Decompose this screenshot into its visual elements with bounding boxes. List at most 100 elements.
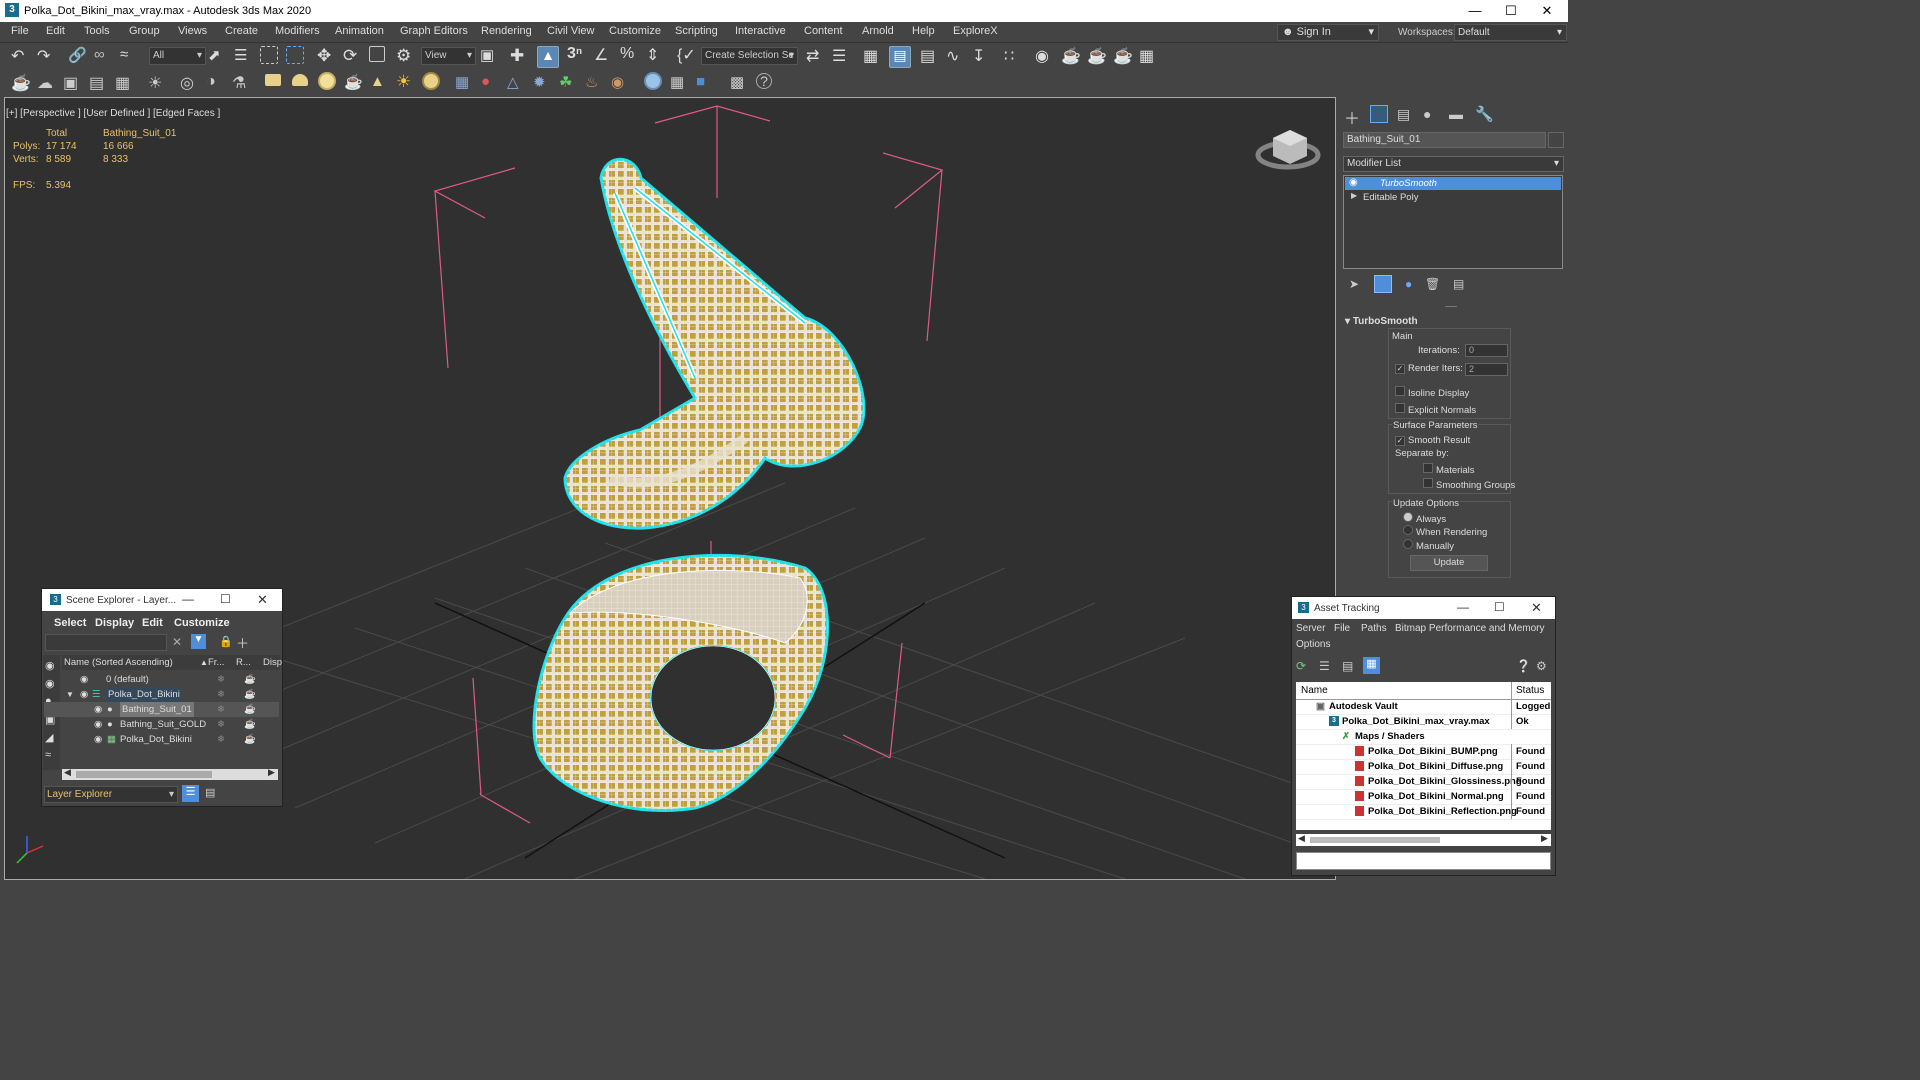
vray-ies-light-icon[interactable]: ☕ <box>344 73 364 93</box>
render-setup-icon[interactable]: ☕ <box>1061 46 1081 66</box>
configure-modifier-sets-icon[interactable]: ▤ <box>1453 277 1464 291</box>
select-manipulate-icon[interactable]: ✚ <box>510 46 530 66</box>
rectangular-selection-icon[interactable] <box>260 46 278 64</box>
vray-scene-converter-icon[interactable]: ▩ <box>730 73 750 93</box>
render-teapot-icon[interactable]: ☕ <box>244 687 256 702</box>
display-tab-icon[interactable]: ▬ <box>1449 106 1463 122</box>
at-menu-server[interactable]: Server <box>1296 623 1325 634</box>
named-selection-set-select[interactable]: Create Selection Se ▾ <box>701 47 798 65</box>
when-rendering-radio[interactable]: When Rendering <box>1403 525 1487 538</box>
display-all-icon[interactable]: ◉ <box>45 659 55 672</box>
percent-snap-icon[interactable]: % <box>620 45 640 65</box>
menu-content[interactable]: Content <box>804 25 843 37</box>
make-unique-icon[interactable]: ● <box>1405 277 1412 291</box>
at-menu-options[interactable]: Options <box>1296 639 1330 650</box>
viewport-label[interactable]: [+] [Perspective ] [User Defined ] [Edge… <box>6 108 220 119</box>
vray-sun-icon[interactable]: ◑ <box>206 73 226 93</box>
toggle-ribbon-icon[interactable]: ▤ <box>920 46 940 66</box>
close-icon[interactable]: ✕ <box>1532 2 1562 20</box>
select-object-icon[interactable]: ⬈ <box>208 46 228 66</box>
freeze-icon[interactable]: ❄ <box>217 672 225 687</box>
freeze-icon[interactable]: ❄ <box>217 717 225 732</box>
place-icon[interactable]: ⚙ <box>396 46 416 66</box>
object-row[interactable]: ◉ ● Bathing_Suit_GOLD ❄ ☕ <box>44 717 279 732</box>
col-display-header[interactable]: Disp <box>263 655 282 670</box>
vray-volume-grid-icon[interactable]: ♨ <box>585 73 605 93</box>
menu-graph-editors[interactable]: Graph Editors <box>400 25 468 37</box>
mirror-icon[interactable]: ⇄ <box>806 46 826 66</box>
render-teapot-icon[interactable]: ☕ <box>244 717 256 732</box>
smooth-result-checkbox[interactable]: ✓ Smooth Result <box>1395 435 1470 446</box>
freeze-icon[interactable]: ❄ <box>217 702 225 717</box>
vray-ambient-light-icon[interactable] <box>422 72 440 90</box>
asset-row[interactable]: Polka_Dot_Bikini_Diffuse.png Found <box>1296 759 1551 775</box>
layer-row[interactable]: ◉ 0 (default) ❄ ☕ <box>44 672 279 687</box>
add-layer-icon[interactable]: ＋ <box>236 633 249 652</box>
move-icon[interactable]: ✥ <box>317 46 337 66</box>
bind-space-warp-icon[interactable]: ≈ <box>120 46 140 66</box>
maximize-icon[interactable]: ☐ <box>220 592 231 606</box>
workspaces-select[interactable]: Default ▾ <box>1454 24 1567 41</box>
spinner-snap-icon[interactable]: ⇕ <box>646 45 666 65</box>
scroll-right-icon[interactable]: ▶ <box>268 767 275 778</box>
select-by-name-icon[interactable]: ☰ <box>234 46 254 66</box>
asset-row[interactable]: Polka_Dot_Bikini_Glossiness.png Found <box>1296 774 1551 790</box>
object-name-input[interactable]: Bathing_Suit_01 <box>1343 132 1546 148</box>
close-icon[interactable]: ✕ <box>257 592 268 608</box>
se-menu-edit[interactable]: Edit <box>142 617 163 629</box>
asset-row[interactable]: Polka_Dot_Bikini_Reflection.png Found <box>1296 804 1551 820</box>
se-search-input[interactable] <box>45 634 167 651</box>
vray-convert-icon[interactable]: ▦ <box>670 73 690 93</box>
angle-snap-icon[interactable]: ∠ <box>594 45 614 65</box>
se-menu-display[interactable]: Display <box>95 617 134 629</box>
utilities-tab-icon[interactable]: 🔧 <box>1475 105 1494 123</box>
menu-tools[interactable]: Tools <box>84 25 110 37</box>
panel-divider[interactable] <box>1445 306 1457 307</box>
freeze-icon[interactable]: ❄ <box>217 687 225 702</box>
toggle-layer-explorer-icon[interactable]: ▤ <box>889 46 911 68</box>
display-spacewarps-icon[interactable]: ≈ <box>45 749 51 761</box>
render-iters-spinner[interactable]: 2 <box>1465 363 1508 376</box>
sign-in-dropdown[interactable]: ☻ Sign In ▾ <box>1277 24 1379 41</box>
iterations-spinner[interactable]: 0 <box>1465 344 1508 357</box>
rotate-icon[interactable]: ⟳ <box>343 46 363 66</box>
maximize-icon[interactable]: ☐ <box>1494 600 1505 614</box>
clear-search-icon[interactable]: ✕ <box>172 635 182 649</box>
menu-interactive[interactable]: Interactive <box>735 25 786 37</box>
vray-clipper-icon[interactable]: ☘ <box>559 73 579 93</box>
curve-editor-icon[interactable]: ∿ <box>946 46 966 66</box>
menu-rendering[interactable]: Rendering <box>481 25 532 37</box>
refresh-icon[interactable]: ⟳ <box>1296 659 1306 673</box>
create-tab-icon[interactable]: ＋ <box>1344 105 1360 129</box>
eye-icon[interactable]: ◉ <box>80 672 88 687</box>
minimize-icon[interactable]: — <box>1460 2 1490 20</box>
schematic-view-icon[interactable]: ∷ <box>1004 46 1024 66</box>
render-iters-checkbox[interactable]: ✓ Render Iters: <box>1395 363 1463 374</box>
vray-mtl-icon[interactable] <box>644 72 662 90</box>
vray-camera-icon[interactable]: ◎ <box>180 73 200 93</box>
se-menu-select[interactable]: Select <box>54 617 86 629</box>
vray-spot-light-icon[interactable]: ▲ <box>370 73 390 93</box>
scale-icon[interactable] <box>369 46 385 62</box>
eye-icon[interactable]: ◉ <box>94 702 102 717</box>
undo-icon[interactable]: ↶ <box>11 46 31 66</box>
rollout-turbosmooth-header[interactable]: ▾ TurboSmooth <box>1345 316 1418 327</box>
menu-explorex[interactable]: ExploreX <box>953 25 998 37</box>
vray-light-lister-icon[interactable]: ☀ <box>148 73 168 93</box>
col-name-header[interactable]: Name (Sorted Ascending) <box>64 655 173 670</box>
explicit-normals-checkbox[interactable]: Explicit Normals <box>1395 403 1476 416</box>
expand-arrow-icon[interactable]: ▶ <box>1351 191 1357 200</box>
stack-item-editable-poly[interactable]: ▶ Editable Poly <box>1345 191 1561 204</box>
snaps-toggle-icon[interactable]: 3ⁿ <box>567 45 587 65</box>
explorer-type-select[interactable]: Layer Explorer ▾ <box>44 786 178 803</box>
menu-arnold[interactable]: Arnold <box>862 25 894 37</box>
vray-teapot-icon[interactable]: ☕ <box>11 73 31 93</box>
close-icon[interactable]: ✕ <box>1531 600 1542 616</box>
se-menu-customize[interactable]: Customize <box>174 617 230 629</box>
redo-icon[interactable]: ↷ <box>37 46 57 66</box>
menu-create[interactable]: Create <box>225 25 258 37</box>
filter-icon[interactable]: ▼ <box>191 634 206 649</box>
align-icon[interactable]: ☰ <box>832 46 852 66</box>
pivot-center-icon[interactable]: ▣ <box>480 46 500 66</box>
eye-icon[interactable]: ◉ <box>94 732 102 747</box>
